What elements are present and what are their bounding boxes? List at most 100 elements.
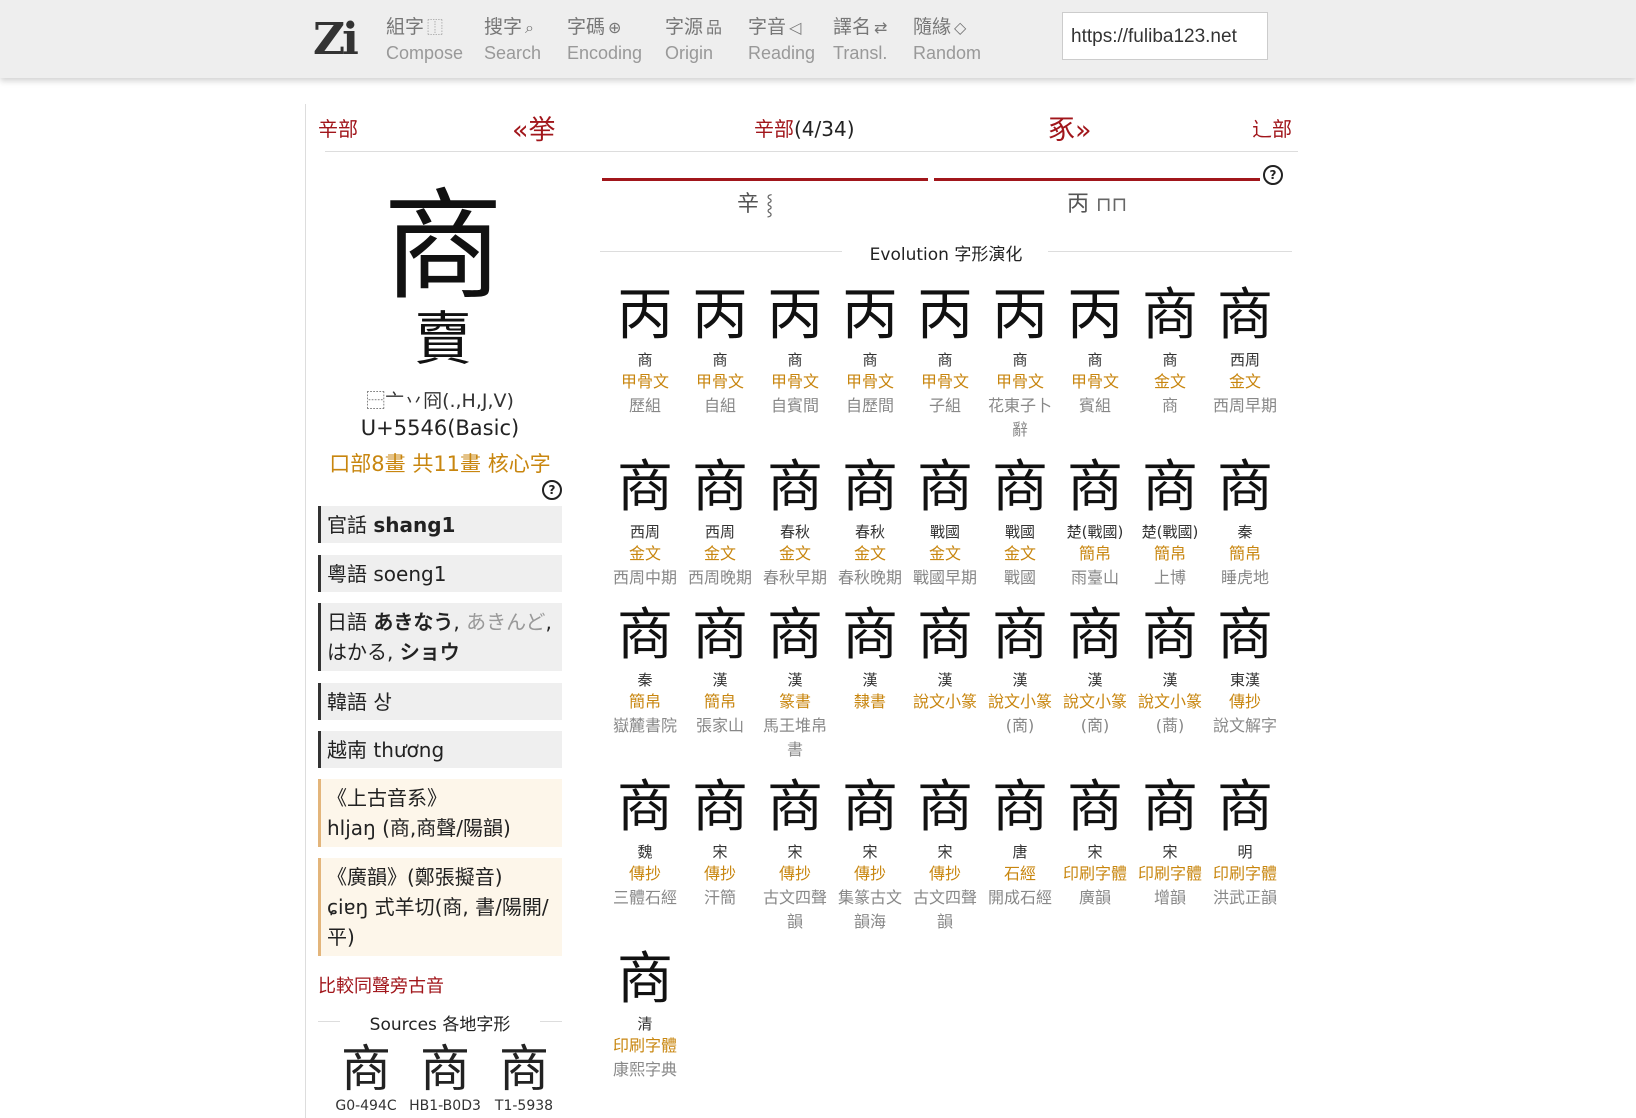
evolution-glyph: 商 (1217, 455, 1273, 520)
evolution-source: 三體石經 (612, 888, 677, 907)
nav-encoding-zh: 字碼 (567, 16, 606, 38)
radical-position-count: (4/34) (794, 117, 855, 141)
nav-random[interactable]: 隨緣 ◇ Random (913, 12, 981, 68)
evolution-item[interactable]: 商漢篆書 馬王堆帛書 (758, 600, 832, 762)
evolution-era: 商 (787, 351, 803, 369)
evolution-source: 廣韻 (1078, 888, 1111, 907)
zi-logo[interactable]: Zi (313, 14, 359, 65)
evolution-source: 春秋晚期 (837, 568, 902, 587)
next-char-link[interactable]: 豖» (1048, 108, 1092, 147)
component-2-picture: ⊓⊓ (1096, 192, 1128, 216)
evolution-item[interactable]: 商宋印刷字體 增韻 (1133, 772, 1207, 910)
evolution-source: 張家山 (695, 716, 744, 735)
prev-char-link[interactable]: «挙 (512, 108, 556, 147)
pron-guangyun: 《廣韻》(鄭張擬音) ɕiɐŋ 式羊切(商, 書/陽開/平) (318, 858, 562, 956)
evolution-item[interactable]: 商明印刷字體 洪武正韻 (1208, 772, 1282, 910)
pron-cantonese-value[interactable]: soeng1 (373, 562, 446, 586)
component-1[interactable]: 辛 ⸾ (737, 186, 773, 218)
evolution-era: 西周 (629, 523, 660, 541)
evolution-script-type: 簡帛 (628, 692, 661, 711)
evolution-item[interactable]: 商宋傳抄 集篆古文韻海 (833, 772, 907, 934)
evolution-item[interactable]: 商楚(戰國) 簡帛 雨臺山 (1058, 452, 1132, 590)
nav-search[interactable]: 搜字 ⌕ Search (484, 12, 541, 68)
nav-encoding[interactable]: 字碼 ⊕ Encoding (567, 12, 642, 68)
nav-compose[interactable]: 組字⿰ Compose (386, 12, 463, 68)
evolution-era: 商 (712, 351, 728, 369)
component-2[interactable]: 丙 ⊓⊓ (1067, 186, 1127, 218)
evolution-script-type: 說文小篆 (1062, 692, 1127, 711)
evolution-script-type: 傳抄 (928, 864, 961, 883)
evolution-item[interactable]: 丙商甲骨文 歷組 (608, 280, 682, 418)
evolution-item[interactable]: 商西周 金文 西周晚期 (683, 452, 757, 590)
evolution-item[interactable]: 商宋傳抄 古文四聲韻 (758, 772, 832, 934)
evolution-item[interactable]: 商宋印刷字體 廣韻 (1058, 772, 1132, 910)
pronunciation-help-icon[interactable]: ? (542, 480, 562, 500)
evolution-script-type: 甲骨文 (620, 372, 669, 391)
evolution-item[interactable]: 商春秋 金文 春秋晚期 (833, 452, 907, 590)
evolution-glyph: 丙 (767, 283, 823, 348)
evolution-source: 子組 (928, 396, 961, 415)
evolution-item[interactable]: 商西周 金文 西周中期 (608, 452, 682, 590)
nav-reading[interactable]: 字音 ◁ Reading (748, 12, 815, 68)
evolution-glyph: 商 (1067, 775, 1123, 840)
evolution-glyph: 商 (1217, 603, 1273, 668)
evolution-item[interactable]: 商漢隸書 (833, 600, 907, 714)
nav-origin[interactable]: 字源品 Origin (665, 12, 722, 68)
evolution-glyph: 商 (992, 455, 1048, 520)
evolution-script-type: 說文小篆 (912, 692, 977, 711)
radical-stroke-info[interactable]: 口部8畫 共11畫 核心字 (325, 448, 555, 478)
compare-phonetic-link[interactable]: 比較同聲旁古音 (318, 972, 444, 998)
evolution-item[interactable]: 商漢說文小篆 (啇) (983, 600, 1057, 738)
pron-korean-value: 상 (373, 690, 392, 714)
evolution-item[interactable]: 商秦簡帛 嶽麓書院 (608, 600, 682, 738)
evolution-script-type: 金文 (703, 544, 736, 563)
components-help-icon[interactable]: ? (1263, 165, 1283, 185)
evolution-item[interactable]: 商秦簡帛 睡虎地 (1208, 452, 1282, 590)
prev-radical-link[interactable]: 辛部 (318, 113, 358, 142)
current-radical-link[interactable]: 辛部 (754, 117, 794, 141)
evolution-script-type: 說文小篆 (987, 692, 1052, 711)
evolution-item[interactable]: 商東漢 傳抄 說文解字 (1208, 600, 1282, 738)
evolution-source: 自組 (703, 396, 736, 415)
evolution-item[interactable]: 商唐石經 開成石經 (983, 772, 1057, 910)
evolution-item[interactable]: 丙商甲骨文 子組 (908, 280, 982, 418)
evolution-item[interactable]: 丙商甲骨文 賓組 (1058, 280, 1132, 418)
evolution-item[interactable]: 丙商甲骨文 自組 (683, 280, 757, 418)
evolution-source: 自賓間 (770, 396, 819, 415)
evolution-item[interactable]: 商商金文商 (1133, 280, 1207, 418)
dice-icon: ◇ (954, 18, 967, 37)
evolution-item[interactable]: 丙商甲骨文 自歷間 (833, 280, 907, 418)
evolution-script-type: 傳抄 (703, 864, 736, 883)
evolution-item[interactable]: 商清印刷字體 康熙字典 (608, 944, 682, 1082)
nav-translation[interactable]: 譯名 ⇄ Transl. (833, 12, 887, 68)
evolution-item[interactable]: 商漢簡帛 張家山 (683, 600, 757, 738)
evolution-item[interactable]: 商宋傳抄 古文四聲韻 (908, 772, 982, 934)
evolution-item[interactable]: 丙商甲骨文 花東子卜辭 (983, 280, 1057, 442)
pron-cantonese-label: 粵語 (327, 562, 367, 586)
nav-origin-zh: 字源 (665, 16, 704, 38)
evolution-item[interactable]: 商春秋 金文 春秋早期 (758, 452, 832, 590)
evolution-glyph: 商 (917, 775, 973, 840)
pron-mandarin-value[interactable]: shang1 (373, 513, 455, 537)
evolution-item[interactable]: 商宋傳抄 汗簡 (683, 772, 757, 910)
evolution-script-type: 金文 (628, 544, 661, 563)
pron-japanese-kun2: あきんど (466, 610, 546, 634)
evolution-glyph: 商 (842, 603, 898, 668)
evolution-item[interactable]: 商楚(戰國) 簡帛 上博 (1133, 452, 1207, 590)
decomposition[interactable]: ⿱亠丷冏(.,H,J,V) (325, 386, 555, 413)
pron-cantonese: 粵語 soeng1 (318, 555, 562, 592)
evolution-item[interactable]: 商戰國 金文 戰國早期 (908, 452, 982, 590)
evolution-item[interactable]: 商魏傳抄 三體石經 (608, 772, 682, 910)
url-field[interactable]: https://fuliba123.net (1062, 12, 1268, 60)
evolution-item[interactable]: 丙商甲骨文 自賓間 (758, 280, 832, 418)
evolution-item[interactable]: 商漢說文小篆 (908, 600, 982, 714)
evolution-item[interactable]: 商戰國 金文 戰國 (983, 452, 1057, 590)
evolution-script-type: 金文 (778, 544, 811, 563)
evolution-item[interactable]: 商西周 金文 西周早期 (1208, 280, 1282, 418)
evolution-item[interactable]: 商漢說文小篆 (蔏) (1133, 600, 1207, 738)
evolution-era: 楚(戰國) (1141, 523, 1199, 541)
next-radical-link[interactable]: 辶部 (1252, 113, 1292, 142)
evolution-era: 漢 (1162, 671, 1178, 689)
evolution-item[interactable]: 商漢說文小篆 (啇) (1058, 600, 1132, 738)
evolution-script-type: 金文 (1153, 372, 1186, 391)
